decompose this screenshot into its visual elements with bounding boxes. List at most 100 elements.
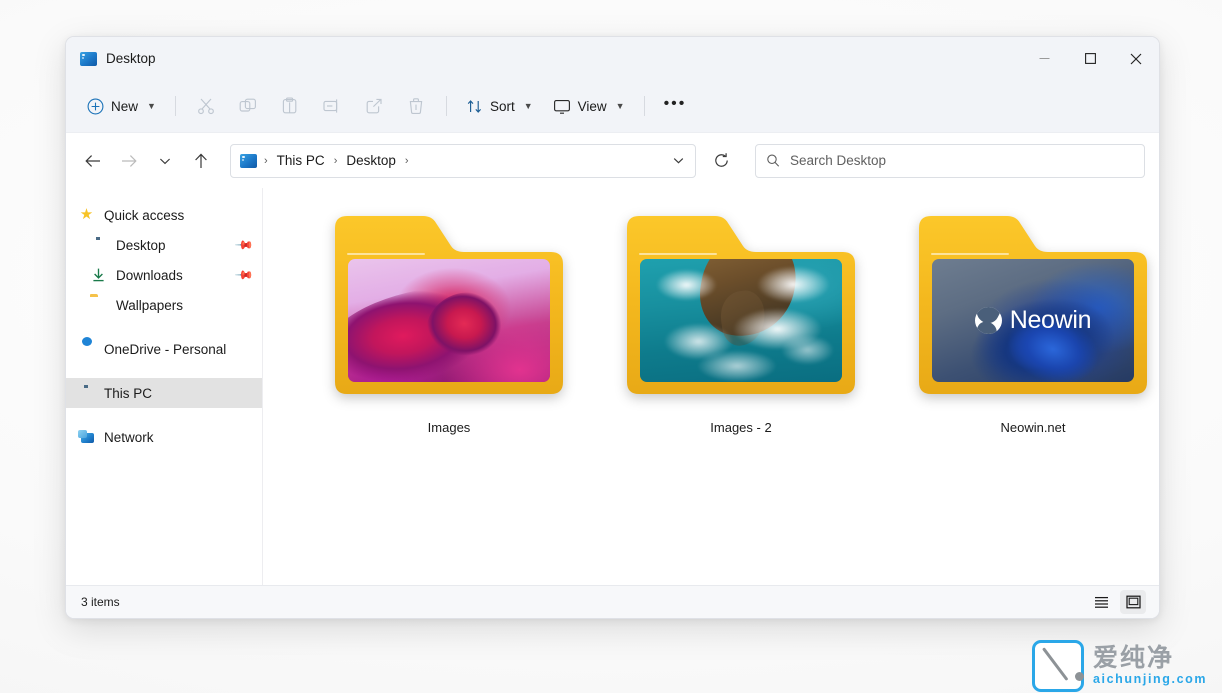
command-bar: New ▼ Sort ▼ View ▼ •••: [66, 80, 1159, 132]
folder-crease: [931, 253, 1009, 255]
watermark-logo-icon: [1032, 640, 1084, 692]
sidebar-item-desktop[interactable]: Desktop 📌: [66, 230, 262, 260]
forward-button[interactable]: [112, 144, 146, 178]
plus-circle-icon: [87, 98, 104, 114]
sidebar-item-downloads[interactable]: Downloads 📌: [66, 260, 262, 290]
sidebar-item-this-pc[interactable]: This PC: [66, 378, 262, 408]
file-item-images[interactable]: Images: [303, 214, 595, 435]
cut-button[interactable]: [186, 89, 226, 123]
title-bar-left: Desktop: [66, 51, 156, 66]
breadcrumb-this-pc[interactable]: This PC: [271, 150, 331, 171]
folder-thumbnail: [640, 259, 842, 382]
window-body: ★ Quick access Desktop 📌 Downloads 📌 Wal…: [66, 188, 1159, 585]
large-icon-square-icon: [1125, 595, 1141, 609]
sort-button[interactable]: Sort ▼: [457, 89, 542, 123]
close-button[interactable]: [1113, 37, 1159, 80]
view-button-label: View: [577, 98, 607, 114]
watermark-chinese: 爱纯净: [1093, 644, 1175, 673]
sort-arrows-icon: [467, 99, 481, 113]
address-bar[interactable]: › This PC › Desktop ›: [230, 143, 696, 178]
watermark: 爱纯净 aichunjing.com: [1032, 640, 1207, 692]
maximize-button[interactable]: [1067, 37, 1113, 80]
window-title: Desktop: [106, 51, 156, 66]
aerial-ocean-coastline-image: [640, 259, 842, 382]
monitor-icon: [553, 99, 570, 114]
foam-shape: [696, 350, 778, 382]
sidebar-item-label: OneDrive - Personal: [104, 341, 227, 357]
arrow-up-icon: [195, 153, 207, 168]
refresh-button[interactable]: [704, 144, 738, 178]
neowin-logo-icon: [974, 307, 1002, 334]
search-input[interactable]: [790, 153, 1134, 168]
sidebar-item-label: This PC: [104, 385, 153, 401]
network-icon: [78, 429, 95, 445]
file-item-images-2[interactable]: Images - 2: [595, 214, 887, 435]
paste-button[interactable]: [270, 89, 310, 123]
details-view-button[interactable]: [1088, 590, 1114, 614]
ellipsis-icon: •••: [663, 94, 687, 112]
refresh-icon: [714, 153, 728, 167]
see-more-button[interactable]: •••: [655, 89, 696, 123]
navigation-bar: › This PC › Desktop ›: [66, 132, 1159, 188]
arrow-right-icon: [122, 154, 137, 167]
download-icon: [90, 267, 107, 283]
file-item-neowin[interactable]: Neowin Neowin.net: [887, 214, 1160, 435]
sidebar-item-label: Downloads: [116, 267, 183, 283]
breadcrumb-separator: ›: [333, 154, 338, 167]
breadcrumb-desktop[interactable]: Desktop: [340, 150, 402, 171]
delete-button[interactable]: [396, 89, 436, 123]
window-controls: [1021, 37, 1159, 80]
sidebar-item-onedrive[interactable]: OneDrive - Personal: [66, 334, 262, 364]
navigation-pane: ★ Quick access Desktop 📌 Downloads 📌 Wal…: [66, 188, 263, 585]
trash-icon: [409, 98, 423, 114]
close-icon: [1130, 53, 1142, 64]
chevron-down-icon: ▼: [147, 100, 156, 111]
sidebar-item-label: Wallpapers: [116, 297, 184, 313]
pink-abstract-bloom-image: [348, 259, 550, 382]
desktop-monitor-icon: [240, 153, 257, 168]
folder-icon: [90, 297, 107, 313]
folder-icon: [335, 214, 563, 396]
folder-icon: [627, 214, 855, 396]
minimize-icon: [1039, 57, 1049, 60]
sidebar-item-label: Network: [104, 429, 154, 445]
item-count-label: 3 items: [81, 595, 120, 609]
sidebar-item-wallpapers[interactable]: Wallpapers: [66, 290, 262, 320]
folder-thumbnail: [348, 259, 550, 382]
sidebar-item-label: Quick access: [104, 207, 185, 223]
foam-shape: [781, 335, 834, 365]
large-icons-view-button[interactable]: [1120, 590, 1146, 614]
folder-thumbnail: Neowin: [932, 259, 1134, 382]
pin-icon: 📌: [234, 234, 255, 256]
status-bar: 3 items: [66, 585, 1159, 618]
desktop-monitor-icon: [90, 237, 107, 253]
view-button[interactable]: View ▼: [544, 89, 634, 123]
back-button[interactable]: [76, 144, 110, 178]
items-grid: Images Images - 2 Neowin Neowin.net: [303, 214, 1160, 435]
foam-shape: [757, 266, 830, 304]
up-button[interactable]: [184, 144, 218, 178]
chevron-down-icon: ▼: [523, 100, 533, 111]
folder-crease: [347, 253, 425, 255]
rename-button[interactable]: [312, 89, 352, 123]
chevron-down-icon: ▼: [615, 100, 625, 111]
new-button[interactable]: New ▼: [78, 89, 165, 123]
recent-locations-button[interactable]: [148, 144, 182, 178]
title-bar: Desktop: [66, 37, 1159, 80]
file-list-view[interactable]: Images Images - 2 Neowin Neowin.net: [263, 188, 1160, 585]
sidebar-item-network[interactable]: Network: [66, 422, 262, 452]
minimize-button[interactable]: [1021, 37, 1067, 80]
sidebar-item-quick-access[interactable]: ★ Quick access: [66, 200, 262, 230]
share-button[interactable]: [354, 89, 394, 123]
search-box[interactable]: [755, 143, 1145, 178]
pin-icon: 📌: [234, 264, 255, 286]
rename-icon: [323, 99, 338, 113]
desktop-monitor-icon: [80, 51, 97, 66]
neowin-wordmark: Neowin: [1009, 306, 1092, 334]
file-item-label: Images: [427, 420, 471, 435]
copy-button[interactable]: [228, 89, 268, 123]
address-dropdown-button[interactable]: [665, 147, 691, 175]
